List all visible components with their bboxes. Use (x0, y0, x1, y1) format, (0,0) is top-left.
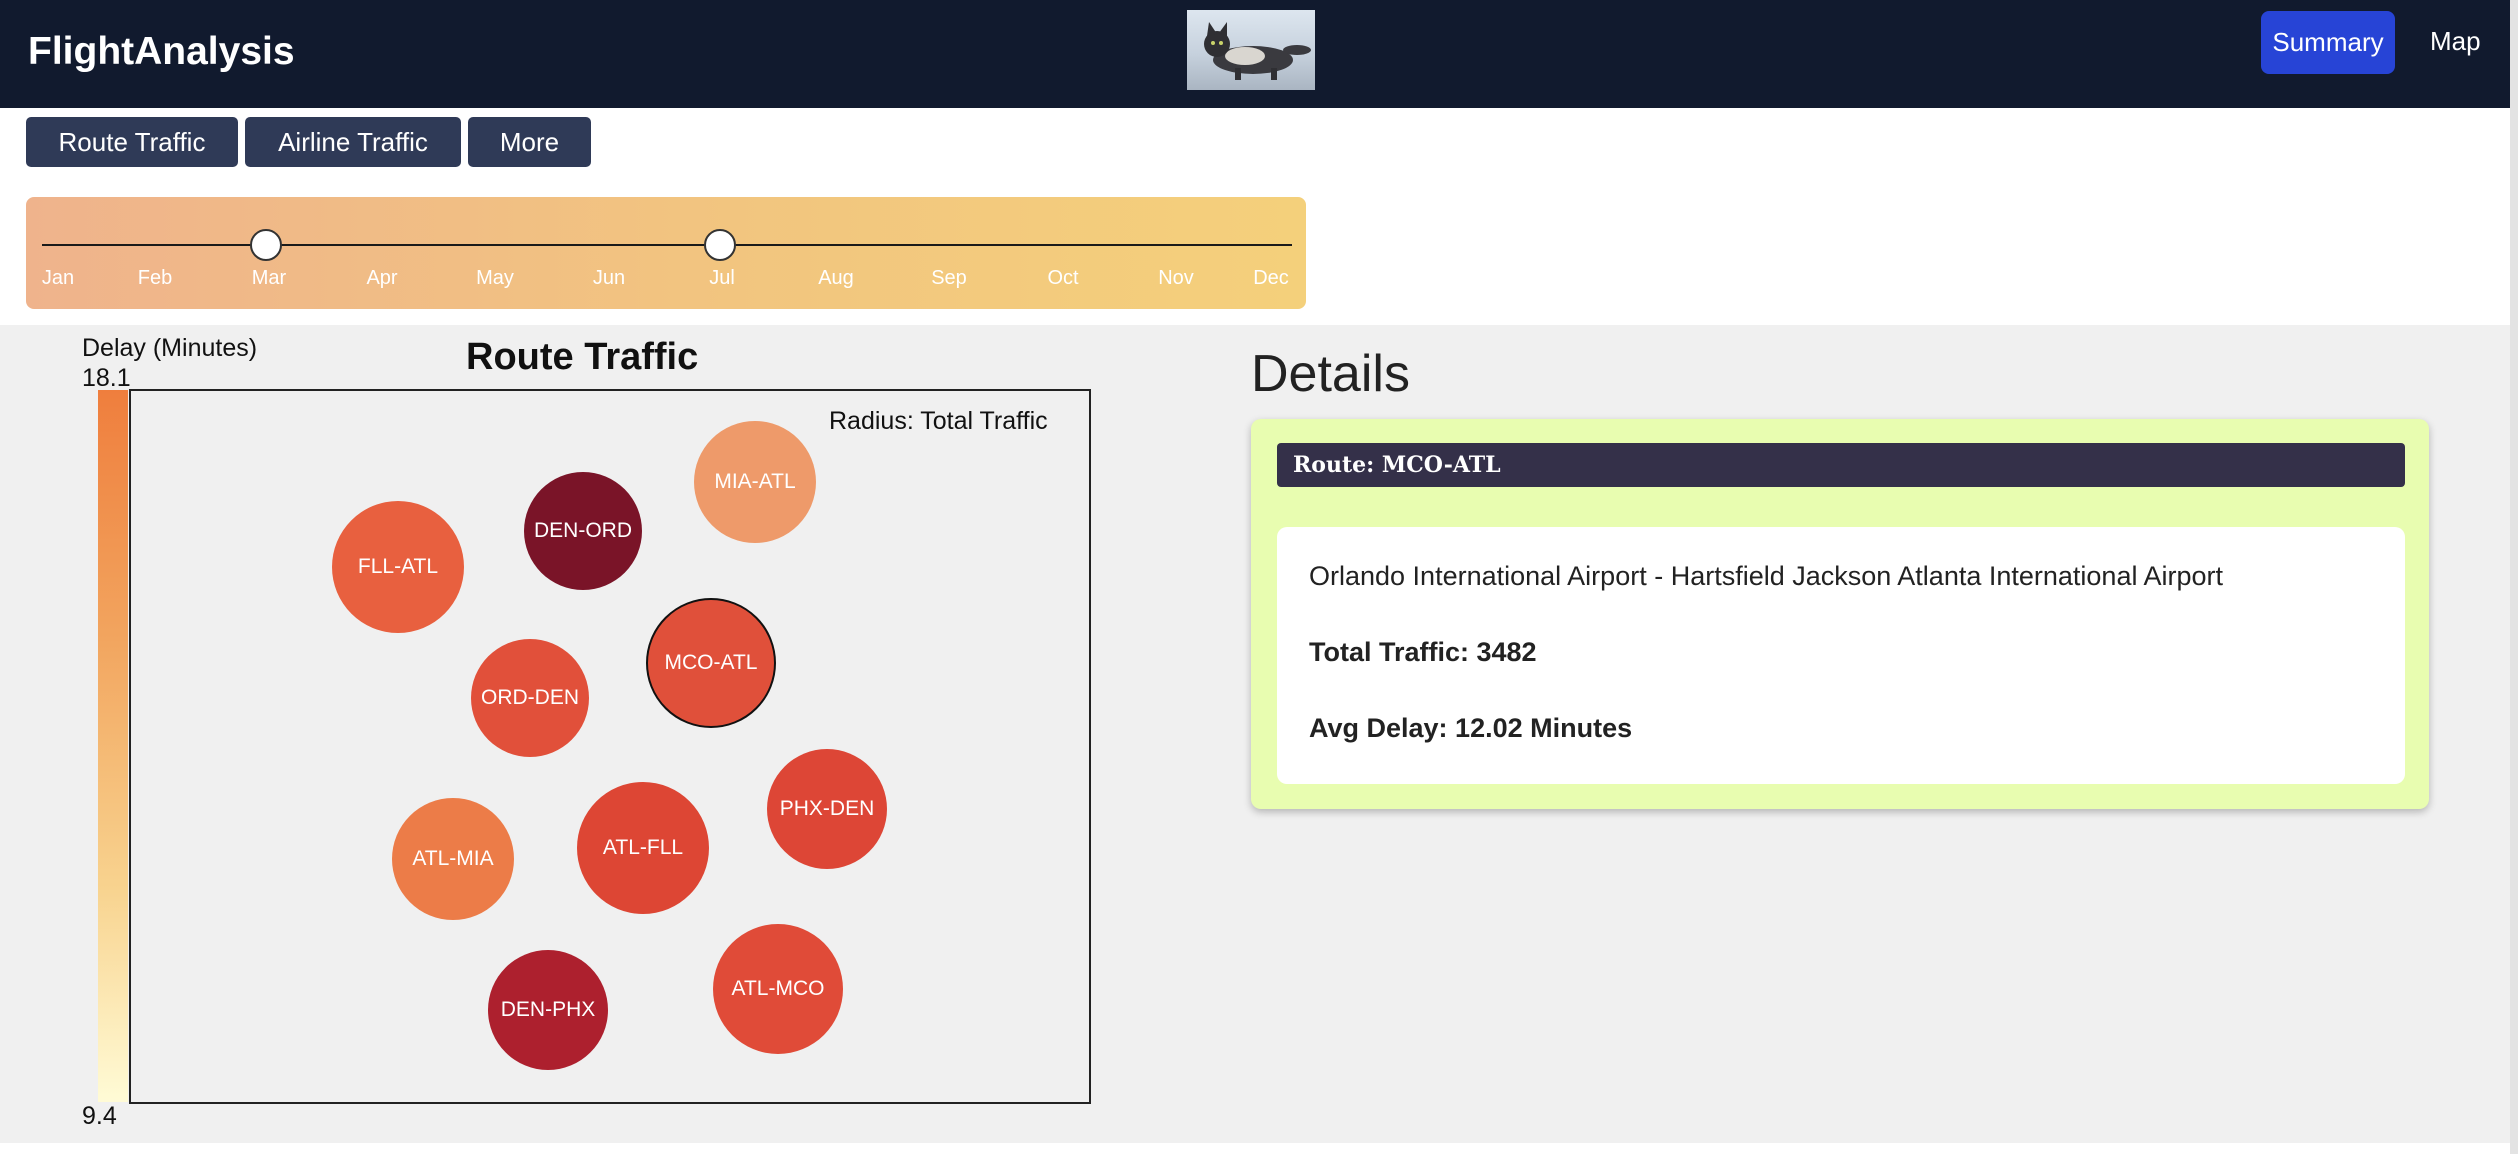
route-bubble-phx-den[interactable]: PHX-DEN (767, 749, 887, 869)
airport-names: Orlando International Airport - Hartsfie… (1309, 561, 2223, 591)
color-legend-title: Delay (Minutes) (82, 334, 258, 362)
month-label: Aug (818, 267, 854, 289)
window-edge (2510, 0, 2518, 1154)
route-bubble-atl-mco[interactable]: ATL-MCO (713, 924, 843, 1054)
brand-title[interactable]: FlightAnalysis (28, 30, 295, 74)
tab-airline-traffic[interactable]: Airline Traffic (245, 117, 461, 167)
cat-logo-image (1187, 10, 1315, 90)
month-label: Sep (931, 267, 967, 289)
route-title-bar: Route: MCO-ATL (1277, 443, 2405, 487)
tab-route-traffic[interactable]: Route Traffic (26, 117, 238, 167)
route-bubble-atl-mia[interactable]: ATL-MIA (392, 798, 514, 920)
month-label: Dec (1253, 267, 1289, 289)
month-label: Jul (709, 267, 735, 289)
month-label: Apr (366, 267, 398, 289)
slider-track[interactable] (42, 244, 1292, 246)
color-legend-min: 9.4 (82, 1102, 117, 1130)
month-label: Nov (1158, 267, 1194, 289)
route-bubble-mco-atl[interactable]: MCO-ATL (646, 598, 776, 728)
month-range-slider[interactable]: Jan Feb Mar Apr May Jun Jul Aug Sep Oct … (26, 197, 1306, 309)
month-label: Oct (1047, 267, 1079, 289)
bottom-margin (0, 1143, 2510, 1154)
month-label: Jan (41, 267, 75, 289)
navbar: FlightAnalysis Summary Map (0, 0, 2510, 108)
route-bubble-mia-atl[interactable]: MIA-ATL (694, 421, 816, 543)
route-bubble-atl-fll[interactable]: ATL-FLL (577, 782, 709, 914)
chart-title: Route Traffic (466, 336, 699, 378)
month-label: May (476, 267, 514, 289)
route-bubble-den-phx[interactable]: DEN-PHX (488, 950, 608, 1070)
total-traffic-value: Total Traffic: 3482 (1309, 637, 1537, 667)
radius-legend-label: Radius: Total Traffic (829, 407, 1048, 435)
month-label: Feb (137, 267, 173, 289)
avg-delay-value: Avg Delay: 12.02 Minutes (1309, 713, 1633, 743)
details-card: Route: MCO-ATL Orlando International Air… (1251, 419, 2429, 809)
color-legend-max: 18.1 (82, 364, 131, 392)
month-label: Jun (592, 267, 626, 289)
slider-handle-start[interactable] (250, 229, 282, 261)
route-bubble-ord-den[interactable]: ORD-DEN (471, 639, 589, 757)
details-heading: Details (1251, 345, 1410, 403)
route-info-box: Orlando International Airport - Hartsfie… (1277, 527, 2405, 784)
month-label: Mar (251, 267, 287, 289)
tab-more[interactable]: More (468, 117, 591, 167)
summary-nav-button[interactable]: Summary (2261, 11, 2395, 74)
route-bubble-den-ord[interactable]: DEN-ORD (524, 472, 642, 590)
slider-handle-end[interactable] (704, 229, 736, 261)
route-bubble-fll-atl[interactable]: FLL-ATL (332, 501, 464, 633)
color-legend-gradient (98, 390, 128, 1102)
map-nav-link[interactable]: Map (2430, 26, 2481, 57)
